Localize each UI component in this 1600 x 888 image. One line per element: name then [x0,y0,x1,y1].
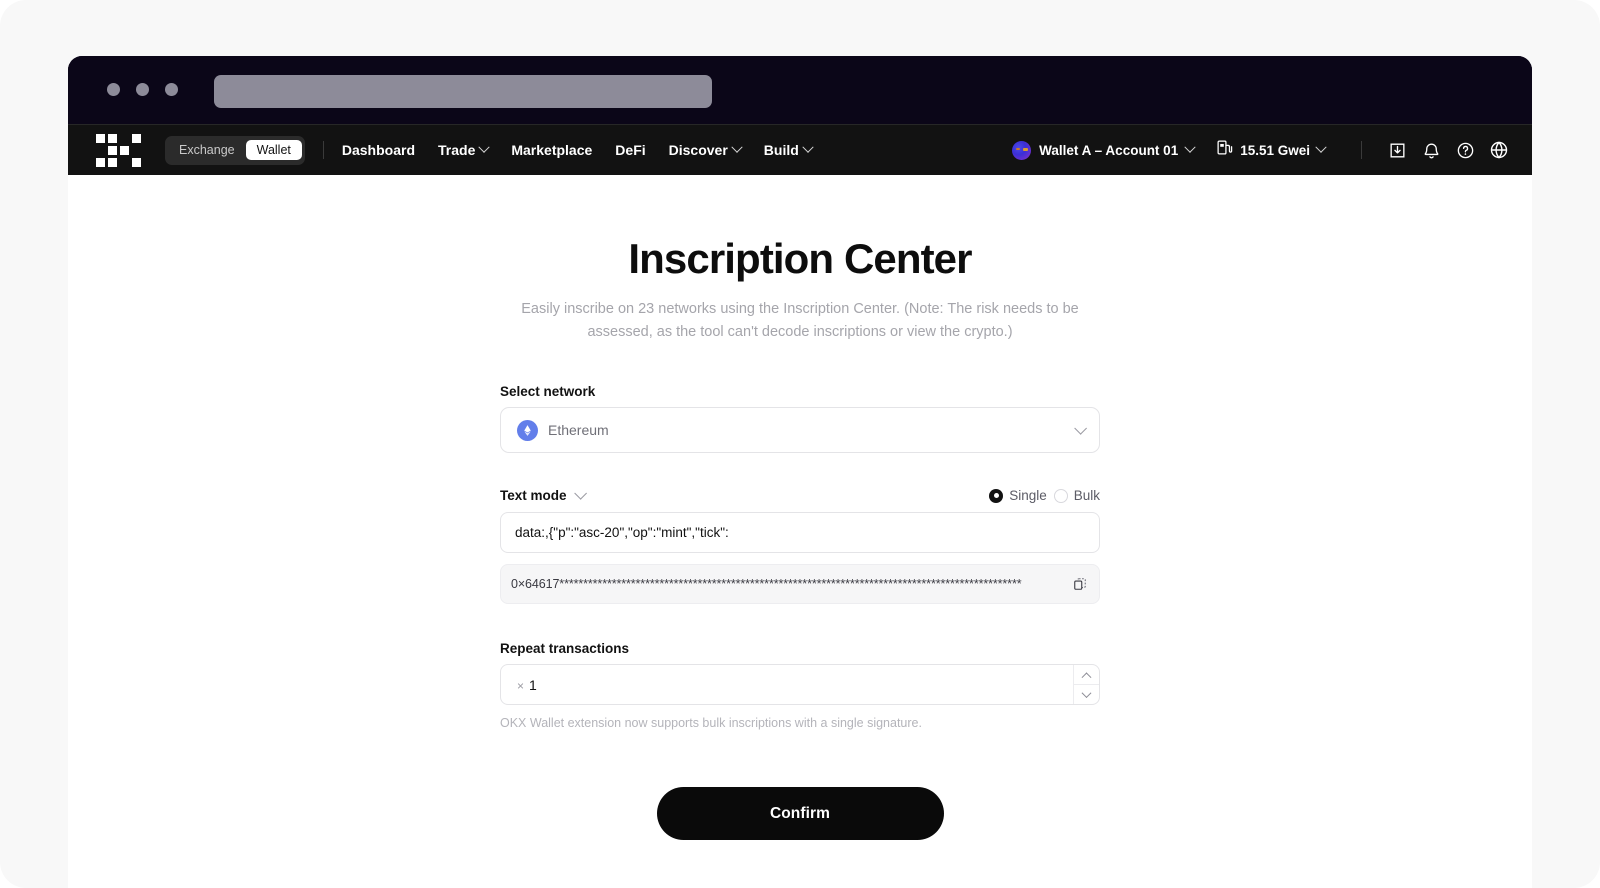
bell-icon[interactable] [1414,133,1448,167]
exchange-wallet-toggle[interactable]: Exchange Wallet [165,135,305,165]
nav-item-label: DeFi [615,142,646,158]
radio-option-bulk[interactable]: Bulk [1053,488,1100,504]
select-network-section: Select network Ethereum [500,384,1100,454]
network-selected-value: Ethereum [548,422,609,439]
download-icon[interactable] [1380,133,1414,167]
radio-bulk-input[interactable] [1053,488,1068,503]
chevron-down-icon [731,141,743,153]
repeat-helper-text: OKX Wallet extension now supports bulk i… [500,716,922,731]
text-mode-row: Text mode Single Bulk [500,487,1100,504]
text-mode-dropdown[interactable]: Text mode [500,487,587,504]
nav-right-group: Wallet A – Account 01 15.51 Gwei [1012,133,1516,167]
inscription-center-form: Inscription Center Easily inscribe on 23… [500,175,1100,841]
chevron-down-icon [1074,421,1087,435]
repeat-transactions-section: Repeat transactions × 1 OKX Wallet exten… [500,641,1100,730]
app-body: Inscription Center Easily inscribe on 23… [68,175,1532,888]
confirm-button[interactable]: Confirm [656,787,944,841]
nav-item-trade[interactable]: Trade [438,141,491,158]
radio-bulk-label: Bulk [1073,488,1100,504]
nav-item-label: Dashboard [341,142,415,158]
page-root: Exchange Wallet Dashboard Trade Marketpl… [0,0,1600,888]
ethereum-icon [517,419,538,441]
radio-single-label: Single [1009,488,1047,504]
chevron-down-icon [573,487,587,500]
gas-fee-selector[interactable]: 15.51 Gwei [1216,139,1327,161]
address-bar[interactable] [214,75,712,108]
mode-radio-group: Single Bulk [989,488,1100,503]
chevron-down-icon [1184,141,1196,153]
repeat-stepper[interactable]: × 1 [500,664,1100,706]
help-circle-icon[interactable] [1448,133,1482,167]
nav-links: Dashboard Trade Marketplace DeFi Discove… [342,141,814,158]
window-controls [107,83,178,96]
copy-icon[interactable] [1071,575,1089,593]
okx-navbar: Exchange Wallet Dashboard Trade Marketpl… [68,124,1532,175]
repeat-transactions-label: Repeat transactions [500,641,630,657]
chevron-down-icon [1315,141,1327,153]
chevron-down-icon [478,141,491,153]
inscription-data-input[interactable]: data:,{"p":"asc-20","op":"mint","tick": [500,512,1100,554]
nav-item-label: Build [763,142,799,158]
gas-pump-icon [1216,139,1233,161]
nav-divider [1361,141,1362,159]
radio-single-input[interactable] [989,488,1004,503]
text-mode-section: Text mode Single Bulk data:,{"p":"asc-20… [500,487,1100,605]
hex-data-value: 0×64617*********************************… [511,577,1022,592]
select-network-label: Select network [500,384,596,400]
nav-item-dashboard[interactable]: Dashboard [342,142,415,158]
nav-item-label: Discover [668,142,728,158]
chevron-down-icon [802,141,814,153]
maximize-dot-icon[interactable] [165,83,178,96]
browser-window: Exchange Wallet Dashboard Trade Marketpl… [68,56,1532,888]
gas-fee-label: 15.51 Gwei [1240,142,1310,158]
nav-item-marketplace[interactable]: Marketplace [511,142,592,158]
avatar [1012,140,1032,160]
stepper-decrement-button[interactable] [1074,685,1099,704]
minimize-dot-icon[interactable] [136,83,149,96]
inscription-data-value: data:,{"p":"asc-20","op":"mint","tick": [515,525,729,541]
multiplier-symbol: × [517,678,525,693]
nav-item-label: Marketplace [511,142,593,158]
page-title: Inscription Center [628,235,972,282]
chevron-up-icon [1081,672,1092,683]
wallet-account-selector[interactable]: Wallet A – Account 01 [1012,140,1196,160]
repeat-value: 1 [529,676,537,693]
wallet-account-label: Wallet A – Account 01 [1039,142,1179,158]
hex-data-field[interactable]: 0×64617*********************************… [500,564,1100,605]
close-dot-icon[interactable] [107,83,120,96]
segment-wallet[interactable]: Wallet [245,139,302,161]
chevron-down-icon [1081,688,1092,699]
nav-divider [322,141,324,159]
nav-item-defi[interactable]: DeFi [615,142,645,158]
okx-logo[interactable] [96,133,141,167]
browser-chrome [68,56,1532,124]
text-mode-label: Text mode [500,488,567,504]
nav-item-build[interactable]: Build [763,141,814,158]
repeat-value-group[interactable]: × 1 [501,677,537,693]
nav-item-label: Trade [438,142,476,158]
page-subtitle: Easily inscribe on 23 networks using the… [521,301,1079,340]
network-select[interactable]: Ethereum [500,407,1100,454]
stepper-increment-button[interactable] [1074,665,1099,686]
stepper-buttons [1073,665,1099,705]
confirm-button-wrapper: Confirm [500,787,1100,841]
radio-option-single[interactable]: Single [989,488,1047,503]
nav-item-discover[interactable]: Discover [668,141,743,158]
segment-exchange[interactable]: Exchange [168,140,246,161]
globe-icon[interactable] [1482,133,1516,167]
